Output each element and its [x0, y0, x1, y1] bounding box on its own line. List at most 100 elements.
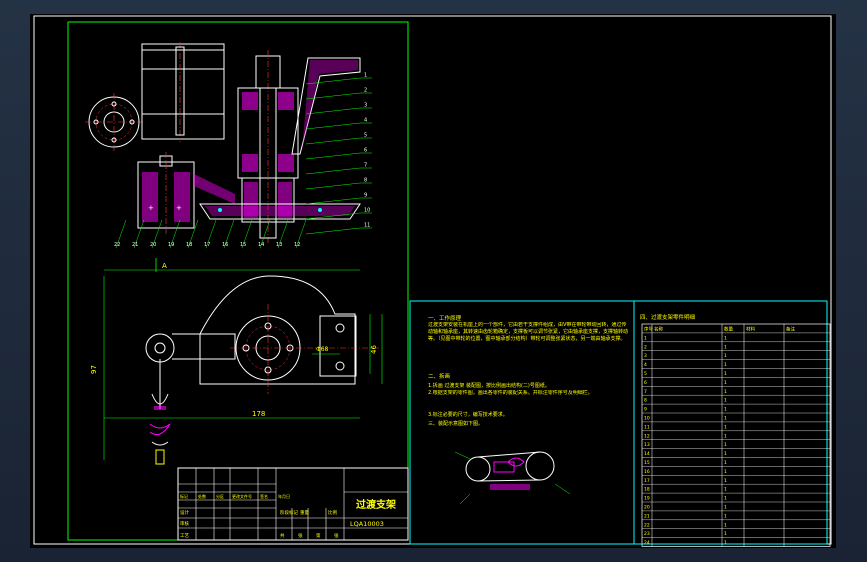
balloon-label: 14	[258, 242, 264, 248]
parts-table-cell: 1	[724, 540, 727, 546]
leader-line	[305, 122, 361, 130]
dim-center-dist: Φ68	[316, 346, 329, 353]
leader-line	[305, 107, 361, 115]
notes-block: 一、工作原理 过渡支架安装在机座上的一个部件，它由若干支撑件组成，由V带在带轮带…	[428, 314, 628, 427]
parts-table-cell: 3	[644, 353, 647, 359]
parts-table-cell: 10	[644, 416, 650, 422]
parts-table-header: 名称	[654, 326, 663, 333]
notes-item-2-box: 2.根据支架的零件图，画出各零件的装配关系。并标注零件序号及明细栏。	[428, 390, 593, 396]
title-block-row-labels: 设计审核工艺	[180, 509, 189, 539]
balloon-label: 16	[222, 242, 228, 248]
balloon-label: 1	[364, 73, 367, 79]
balloon-label: 12	[294, 242, 300, 248]
parts-table-cell: 14	[644, 451, 650, 457]
balloon-label: 13	[276, 242, 282, 248]
notes-heading-1: 一、工作原理	[428, 314, 462, 322]
parts-table-cell: 1	[724, 469, 727, 475]
parts-table-header: 材料	[746, 326, 755, 333]
balloons-bottom-group: 22 21 20 19 18 17 16 15 14 13 12	[114, 219, 307, 249]
parts-table-cell: 1	[724, 478, 727, 484]
parts-table-cell: 21	[644, 513, 650, 519]
parts-table-cell: 4	[644, 362, 647, 368]
balloon-label: 4	[364, 118, 367, 124]
dim-height-right: 46	[370, 345, 378, 354]
balloon-label: 15	[240, 242, 246, 248]
balloon-label: 11	[364, 223, 370, 229]
balloon-label: 19	[168, 242, 174, 248]
parts-table-cell: 16	[644, 469, 650, 475]
notes-item-2: 2.根据支架的零件图，画出各零件的装配关系。并标注零件序号及明细栏。	[428, 390, 593, 396]
parts-table-cell: 1	[724, 505, 727, 511]
cad-viewport[interactable]: + + A 1 2 3 4 5 6 7 8 9 10 11 22 21 20 19 18 17 16 15 14 13…	[30, 14, 836, 548]
parts-table-cell: 1	[724, 433, 727, 439]
title-block-sheet-label: 张	[334, 532, 339, 539]
parts-table-cell: 1	[724, 389, 727, 395]
parts-table-cell: 1	[724, 407, 727, 413]
parts-table-cell: 11	[644, 424, 650, 430]
title-block-row-label: 工艺	[180, 533, 189, 539]
balloon-label: 3	[364, 103, 367, 109]
title-block-col-label: 标记	[180, 493, 188, 499]
assembly-schematic	[454, 451, 571, 505]
leader-line	[305, 167, 361, 175]
balloon-label: 7	[364, 163, 367, 169]
parts-table-cell: 15	[644, 460, 650, 466]
balloon-label: 18	[186, 242, 192, 248]
notes-para-1: 过渡支架安装在机座上的一个部件，它由若干支撑件组成，由V带在带轮带动回转，通过传…	[428, 322, 628, 342]
title-block-col-label: 更改文件号	[232, 493, 252, 499]
notes-item-3: 3.标注必要的尺寸，编写技术要求。	[428, 411, 508, 418]
parts-table-cell: 1	[724, 460, 727, 466]
parts-table-cell: 19	[644, 496, 650, 502]
title-block-row-label: 设计	[180, 509, 189, 516]
parts-table-cell: 6	[644, 380, 647, 386]
title-block-col-labels: 标记 处数 分区 更改文件号 签名 年月日	[180, 493, 290, 499]
svg-text:+: +	[148, 204, 154, 212]
parts-table-cell: 23	[644, 531, 650, 537]
parts-table-cell: 17	[644, 478, 650, 484]
title-block-bottom-label: 比例	[328, 509, 337, 516]
svg-text:+: +	[176, 204, 182, 212]
title-block-sheet-label: 共	[280, 532, 285, 539]
parts-table-cell: 1	[724, 371, 727, 377]
parts-table-cell: 13	[644, 442, 650, 448]
title-block-sheet-label: 张	[298, 532, 303, 539]
app-frame: + + A 1 2 3 4 5 6 7 8 9 10 11 22 21 20 19 18 17 16 15 14 13…	[0, 0, 867, 562]
title-block-col-label: 处数	[198, 493, 206, 499]
balloon-label: 22	[114, 242, 120, 248]
title-block-bottom-label: 重量	[300, 509, 309, 516]
parts-table-border	[641, 323, 831, 547]
balloon-label: 17	[204, 242, 210, 248]
leader-line	[305, 227, 361, 235]
parts-table-title: 四、过渡支架零件明细	[640, 313, 696, 321]
notes-heading-2: 二、拆画	[428, 372, 450, 380]
parts-table-cell: 1	[724, 522, 727, 528]
leader-line	[305, 197, 361, 205]
parts-table-cell: 20	[644, 505, 650, 511]
dim-height-left: 97	[90, 365, 98, 374]
leader-line	[305, 152, 361, 160]
balloon-label: 6	[364, 148, 367, 154]
title-block-row-label: 审核	[180, 520, 189, 527]
parts-table-cell: 1	[724, 353, 727, 359]
parts-table-cell: 1	[724, 344, 727, 350]
balloon-label: 8	[364, 178, 367, 184]
leader-line	[305, 182, 361, 190]
plan-dimensions	[103, 269, 383, 460]
title-block-bottom-label: 阶段标记	[280, 509, 298, 516]
plan-view	[145, 275, 380, 465]
parts-table-cell: 24	[644, 540, 650, 546]
parts-table-cell: 1	[724, 398, 727, 404]
parts-table-cell: 22	[644, 522, 650, 528]
parts-table-cell: 2	[644, 344, 647, 350]
title-block-col-label: 签名	[260, 493, 268, 499]
title-block-sheet-label: 第	[316, 532, 321, 539]
title-block-sheet-labels: 共张第张	[280, 532, 339, 539]
title-block-col-label: 年月日	[278, 493, 290, 499]
parts-table-cell: 9	[644, 407, 647, 413]
sheet-border	[33, 15, 832, 545]
parts-table: 序号 名称 数量 材料 备注1 12 13 14 15 16 17 18 19 110 111 112 113 1…	[641, 323, 831, 547]
balloon-label: 5	[364, 133, 367, 139]
parts-table-cell: 18	[644, 487, 650, 493]
notes-heading-3: 三、装配示意图如下图。	[428, 420, 483, 427]
parts-table-header: 数量	[724, 326, 733, 333]
